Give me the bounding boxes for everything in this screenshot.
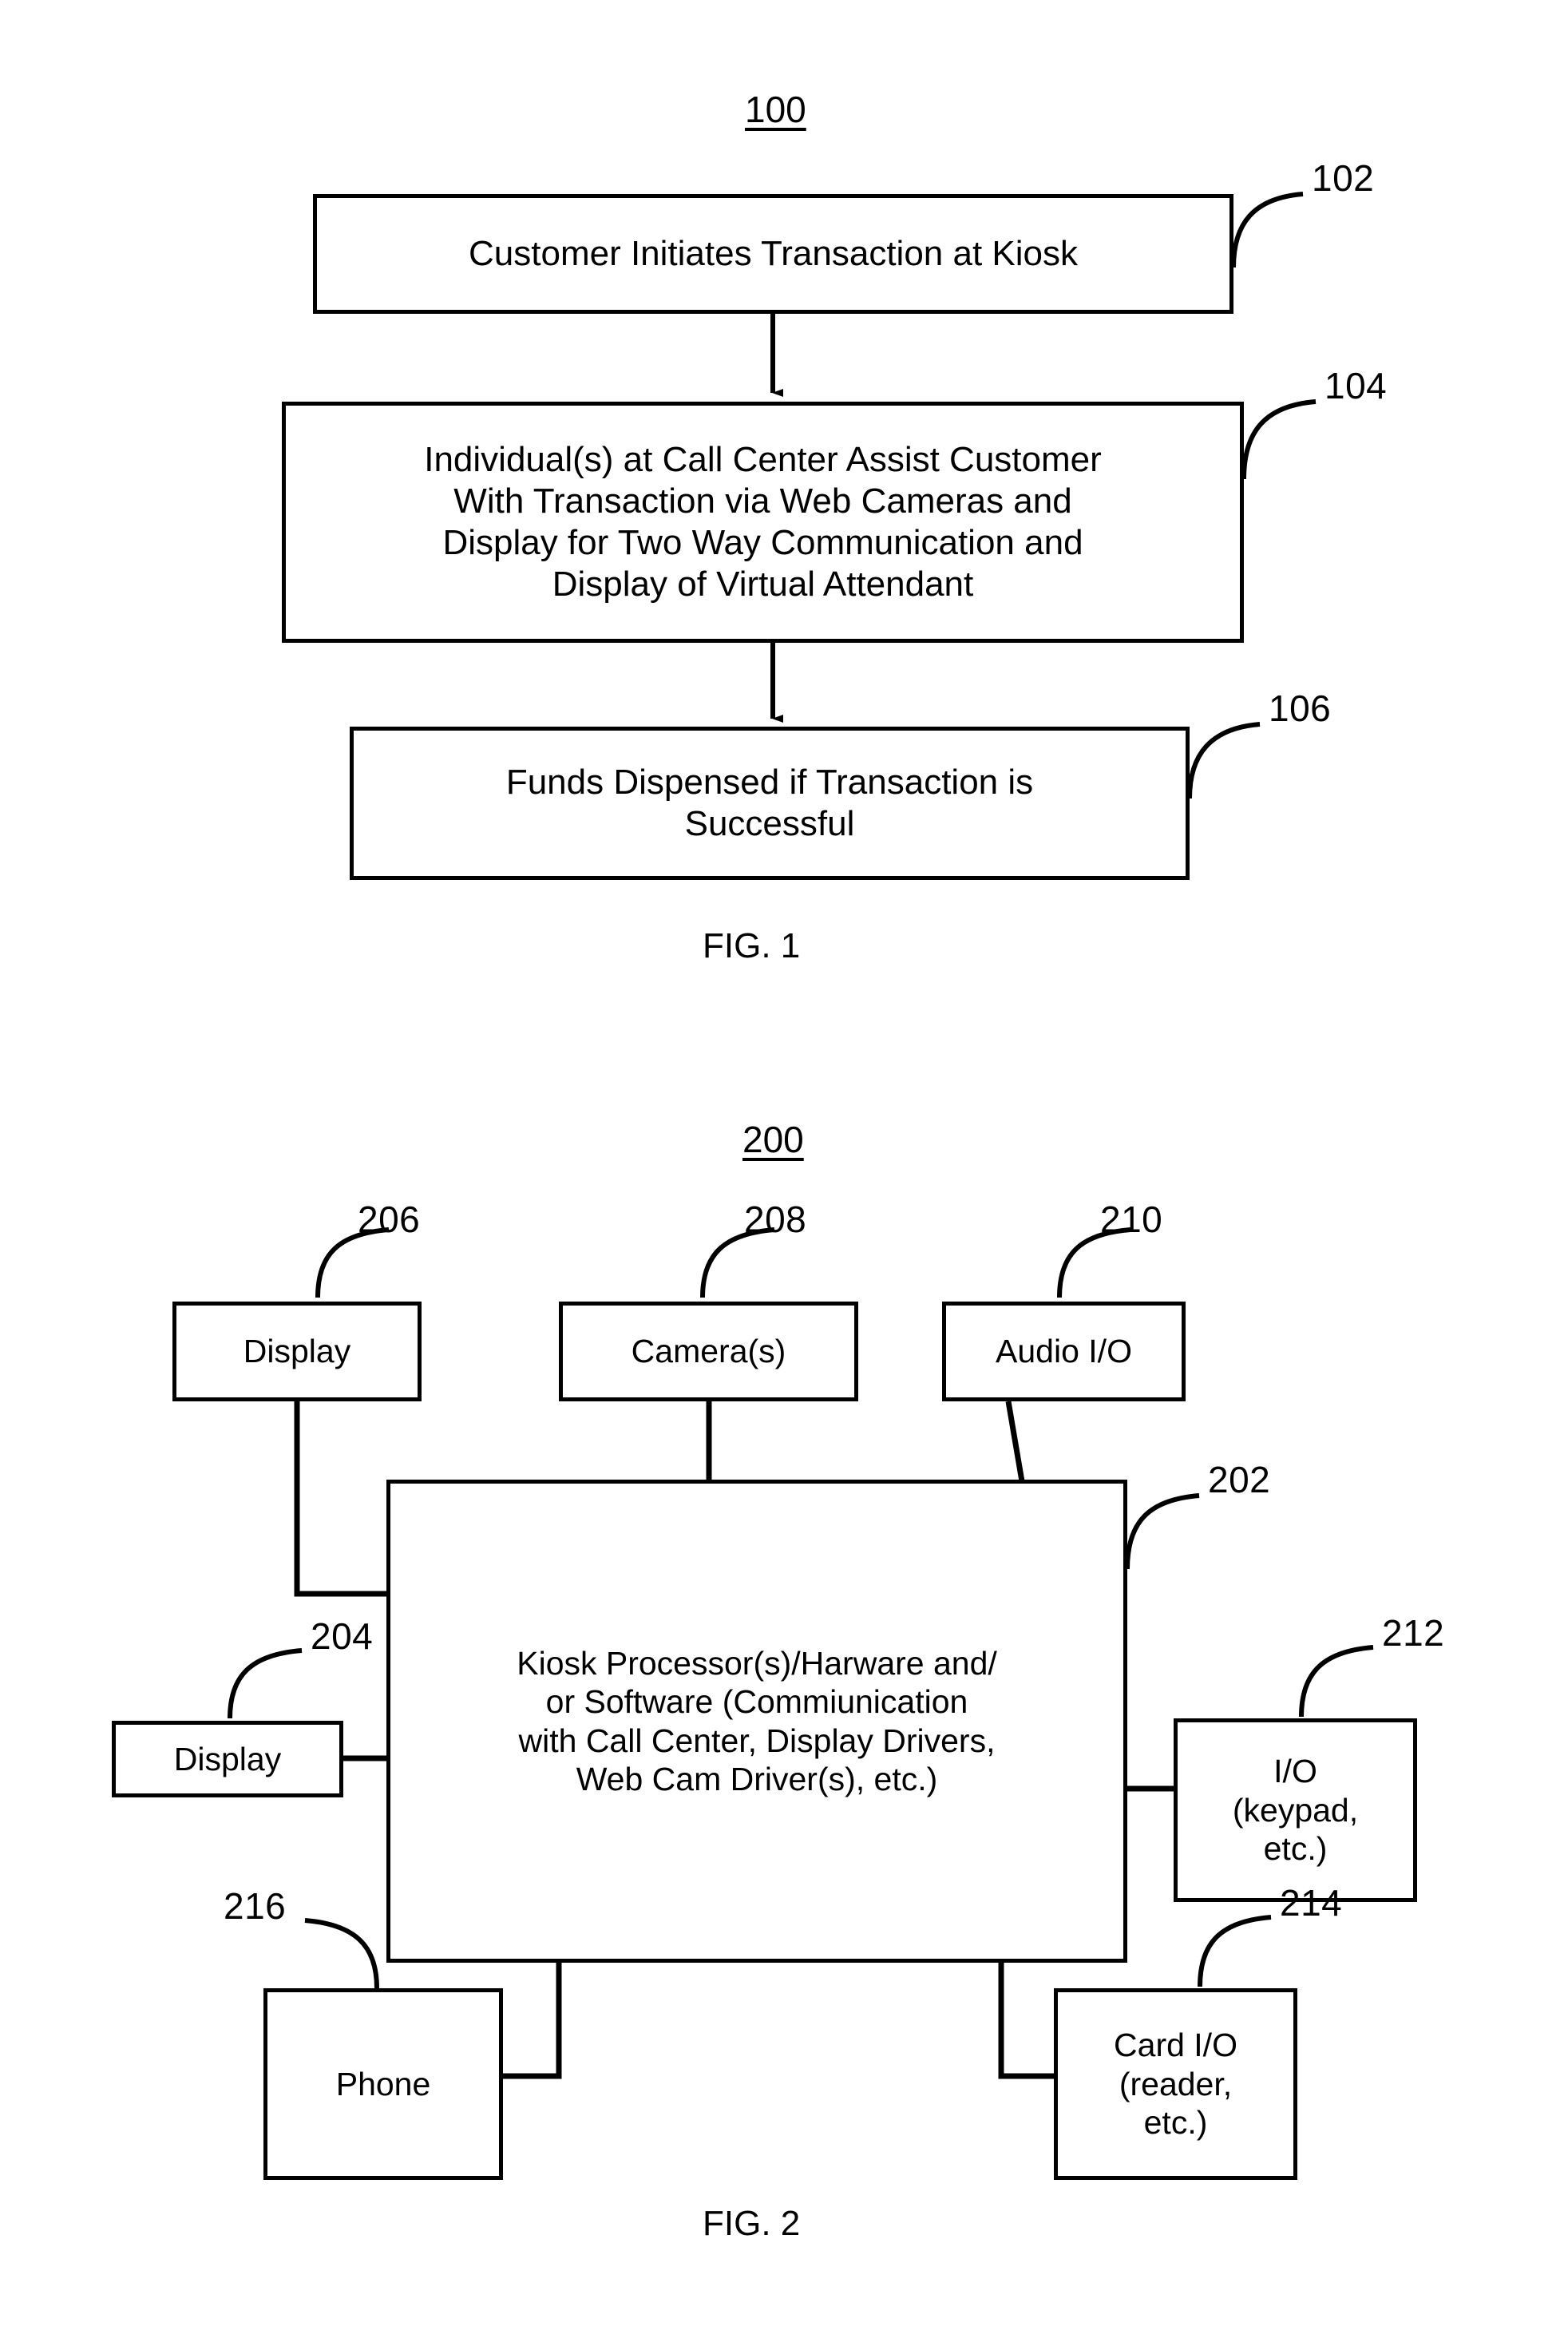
component-box-216-label: Phone: [335, 2065, 431, 2102]
component-box-212-label: I/O (keypad, etc.): [1232, 1753, 1359, 1868]
component-box-212-io-keypad: I/O (keypad, etc.): [1174, 1718, 1417, 1902]
ref-number-210: 210: [1100, 1199, 1163, 1240]
figure-1-diagram-number: 100: [745, 89, 806, 130]
component-box-202-label: Kiosk Processor(s)/Harware and/ or Softw…: [517, 1644, 997, 1797]
component-box-204-label: Display: [173, 1740, 282, 1777]
ref-number-216: 216: [224, 1885, 287, 1927]
connector-210-to-202: [1005, 1401, 1025, 1482]
ref-number-208: 208: [744, 1199, 807, 1240]
ref-number-104: 104: [1324, 365, 1388, 406]
connector-216-to-202: [503, 1963, 562, 2079]
ref-number-212: 212: [1382, 1612, 1445, 1654]
leader-212: [1299, 1645, 1374, 1718]
component-box-208-cameras: Camera(s): [559, 1302, 858, 1401]
ref-number-102: 102: [1312, 157, 1375, 199]
figure-2-caption: FIG. 2: [703, 2204, 801, 2243]
process-box-104-label: Individual(s) at Call Center Assist Cust…: [424, 440, 1102, 604]
component-box-202-kiosk-processor: Kiosk Processor(s)/Harware and/ or Softw…: [386, 1480, 1127, 1963]
component-box-210-audio-io: Audio I/O: [942, 1302, 1186, 1401]
component-box-214-card-io: Card I/O (reader, etc.): [1054, 1988, 1297, 2180]
component-box-214-label: Card I/O (reader, etc.): [1114, 2027, 1237, 2142]
ref-number-106: 106: [1269, 688, 1332, 729]
component-box-206-display: Display: [172, 1302, 422, 1401]
ref-number-204: 204: [311, 1615, 374, 1657]
connector-lines-layer: [228, 192, 1374, 2079]
component-box-210-label: Audio I/O: [996, 1333, 1132, 1370]
figure-1-caption: FIG. 1: [703, 926, 801, 965]
leader-214: [1198, 1915, 1272, 1987]
figure-2-diagram-number: 200: [742, 1119, 804, 1160]
leader-102: [1231, 192, 1304, 268]
component-box-204-display: Display: [112, 1721, 343, 1797]
ref-number-214: 214: [1280, 1882, 1343, 1924]
component-box-206-label: Display: [243, 1333, 351, 1370]
leader-204: [228, 1648, 303, 1719]
component-box-208-label: Camera(s): [631, 1333, 786, 1370]
process-box-104: Individual(s) at Call Center Assist Cust…: [282, 402, 1244, 643]
component-box-216-phone: Phone: [263, 1988, 503, 2180]
leader-216: [304, 1918, 379, 1989]
process-box-106: Funds Dispensed if Transaction is Succes…: [350, 727, 1190, 880]
connector-206-to-202: [294, 1401, 386, 1597]
process-box-106-label: Funds Dispensed if Transaction is Succes…: [505, 763, 1034, 843]
process-box-102-label: Customer Initiates Transaction at Kiosk: [469, 234, 1078, 274]
patent-drawing-sheet: 100 Customer Initiates Transaction at Ki…: [0, 0, 1568, 2338]
leader-106: [1187, 722, 1261, 799]
ref-number-202: 202: [1208, 1459, 1271, 1500]
leader-202: [1125, 1493, 1200, 1570]
connector-214-to-202: [998, 1963, 1054, 2079]
leader-104: [1241, 399, 1317, 480]
ref-number-206: 206: [358, 1199, 421, 1240]
process-box-102: Customer Initiates Transaction at Kiosk: [313, 194, 1233, 314]
